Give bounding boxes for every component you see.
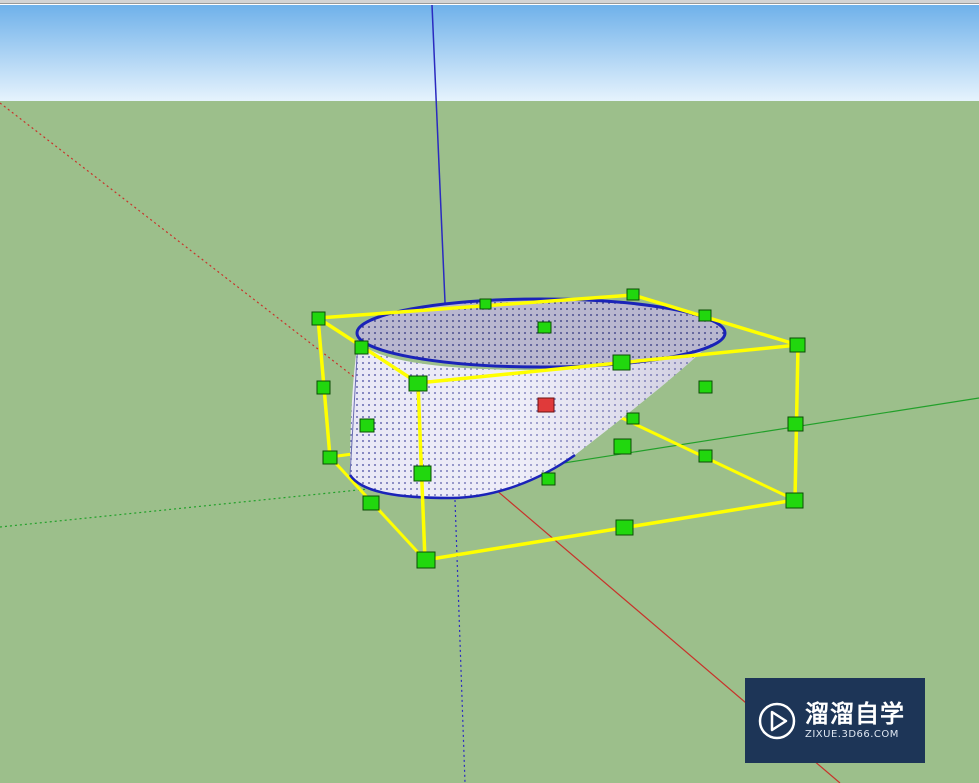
scale-grip[interactable] [626, 288, 640, 301]
scale-grip[interactable] [612, 354, 631, 371]
scale-grip[interactable] [698, 380, 713, 394]
scale-grip[interactable] [626, 412, 640, 425]
scale-grip[interactable] [698, 309, 712, 322]
scale-grip[interactable] [615, 519, 634, 536]
scale-grip[interactable] [785, 492, 804, 509]
scale-grip[interactable] [362, 495, 380, 511]
watermark-title: 溜溜自学 [805, 699, 905, 728]
scale-grip[interactable] [787, 416, 804, 432]
scale-grip[interactable] [698, 449, 713, 463]
watermark-text: 溜溜自学 ZIXUE.3D66.COM [805, 700, 905, 742]
watermark-url: ZIXUE.3D66.COM [805, 728, 899, 740]
scale-grip[interactable] [479, 298, 492, 310]
scale-grip[interactable] [413, 465, 432, 482]
scale-grip[interactable] [408, 375, 428, 392]
watermark-badge: 溜溜自学 ZIXUE.3D66.COM [745, 678, 925, 763]
scale-grip[interactable] [359, 418, 375, 433]
scale-grip[interactable] [537, 321, 552, 334]
scale-grip[interactable] [322, 450, 338, 465]
3d-scene[interactable] [0, 0, 979, 783]
scale-grip[interactable] [613, 438, 632, 455]
scale-grip-center[interactable] [537, 397, 555, 413]
sky [0, 5, 979, 101]
scale-grip[interactable] [311, 311, 326, 326]
sketchup-viewport[interactable]: 溜溜自学 ZIXUE.3D66.COM [0, 0, 979, 783]
scale-grip[interactable] [541, 472, 556, 486]
play-icon [758, 702, 796, 739]
scale-grip[interactable] [416, 551, 436, 569]
scale-grip[interactable] [354, 340, 369, 355]
scale-grip[interactable] [316, 380, 331, 395]
scale-grip[interactable] [789, 337, 806, 353]
